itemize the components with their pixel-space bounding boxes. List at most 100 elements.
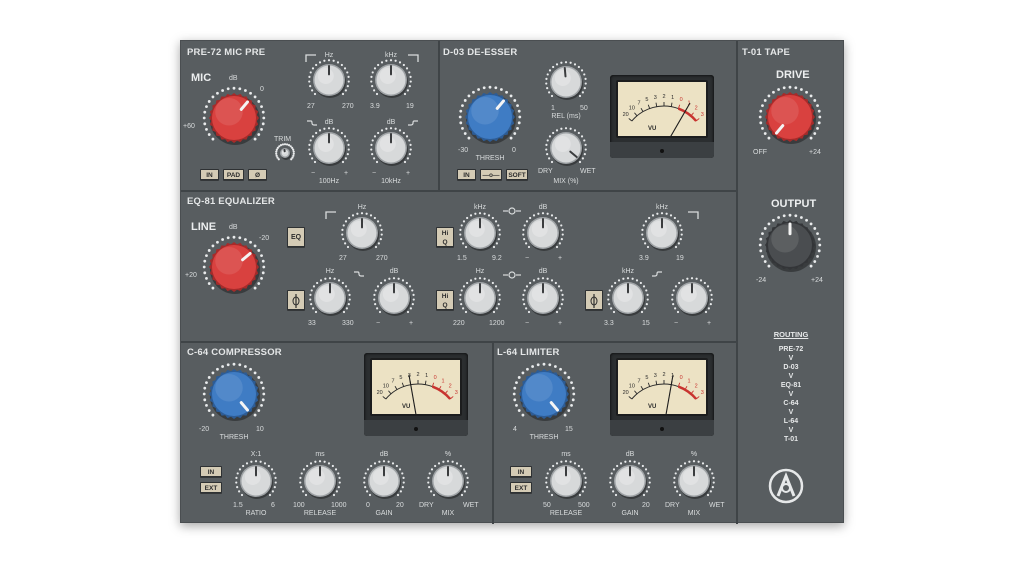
pre72-hz-label: Hz: [324, 52, 334, 59]
knob-graphic: [459, 212, 501, 251]
eq-hicut-max: 19: [676, 255, 684, 262]
deesser-rel-label: REL (ms): [551, 113, 581, 120]
knob-graphic: [202, 235, 266, 294]
vu-scale-label: 3: [701, 390, 704, 396]
eq-lowmid-min: 220: [453, 320, 465, 327]
limiter-thresh-max: 15: [565, 426, 573, 433]
mic-gain-knob[interactable]: [202, 86, 266, 149]
tape-drive-knob[interactable]: [758, 85, 822, 148]
pre72-hicut-knob[interactable]: [370, 59, 412, 101]
eq-highs-shape-button[interactable]: [585, 290, 603, 310]
limiter-release-label: RELEASE: [549, 510, 583, 517]
routing-item: V: [788, 373, 794, 380]
comp-in-button[interactable]: IN: [200, 466, 222, 477]
eq-himid-plus: +: [558, 255, 563, 262]
deesser-mix-knob[interactable]: [545, 127, 587, 169]
eq-lowcut-knob[interactable]: [341, 212, 383, 254]
eq-lows-min: 33: [308, 320, 316, 327]
comp-gain-knob[interactable]: [363, 460, 405, 502]
routing-item: D-03: [783, 364, 799, 371]
eq-lows-freq-knob[interactable]: [309, 277, 351, 319]
deesser-link-button[interactable]: —o—: [480, 169, 502, 180]
pre72-khz-label: kHz: [384, 52, 398, 59]
vu-scale-label: 10: [629, 384, 635, 390]
trim-knob[interactable]: [275, 143, 295, 163]
routing-item: L-64: [783, 418, 799, 425]
deesser-thresh-min: -30: [458, 147, 469, 154]
vu-label: VU: [402, 404, 410, 410]
pre72-lowcut-knob[interactable]: [308, 59, 350, 101]
tape-drive-max: +24: [809, 149, 821, 156]
eq-himid-freq-knob[interactable]: [459, 212, 501, 254]
eq-lowmid-minus: −: [525, 320, 530, 327]
pre72-mic-label: MIC: [191, 72, 212, 84]
tape-output-min: -24: [756, 277, 767, 284]
eq-himid-gain-knob[interactable]: [522, 212, 564, 254]
eq-lows-db: dB: [389, 268, 399, 275]
eq-lowcut-bracket-icon: [325, 211, 336, 219]
comp-thresh-knob[interactable]: [202, 362, 266, 425]
pre72-high-minus: −: [372, 170, 377, 177]
pre72-khz-min: 3.9: [370, 103, 380, 110]
limiter-gain-knob[interactable]: [609, 460, 651, 502]
comp-mix-label: MIX: [441, 510, 455, 517]
tape-drive-min: OFF: [753, 149, 767, 156]
routing-list: ROUTING PRE-72 V D-03 V EQ-81 V C-64 V L-64 V T-01: [761, 330, 821, 444]
vu-scale-label: 10: [629, 106, 635, 112]
eq-highs-gain-knob[interactable]: [671, 277, 713, 319]
pre72-low-shelf-knob[interactable]: [308, 127, 350, 169]
deesser-soft-button[interactable]: SOFT: [506, 169, 528, 180]
eq-line-knob[interactable]: [202, 235, 266, 298]
limiter-gain-min: 0: [612, 502, 616, 509]
limiter-mix-knob[interactable]: [673, 460, 715, 502]
limiter-release-unit: ms: [561, 451, 571, 458]
limiter-release-knob[interactable]: [545, 460, 587, 502]
limiter-ext-button[interactable]: EXT: [510, 482, 532, 493]
eq-lowmid-gain-knob[interactable]: [522, 277, 564, 319]
pre72-phase-button[interactable]: Ø: [248, 169, 267, 180]
comp-mix-knob[interactable]: [427, 460, 469, 502]
limiter-in-button[interactable]: IN: [510, 466, 532, 477]
eq-highs-shelf-icon: [652, 271, 662, 277]
eq-lows-gain-knob[interactable]: [373, 277, 415, 319]
tape-output-knob[interactable]: [758, 213, 822, 276]
comp-thresh-max: 10: [256, 426, 264, 433]
comp-gain-unit: dB: [379, 451, 389, 458]
comp-release-unit: ms: [315, 451, 325, 458]
knob-graphic: [309, 277, 351, 316]
eq-hicut-knob[interactable]: [641, 212, 683, 254]
pre72-high-shelf-knob[interactable]: [370, 127, 412, 169]
comp-release-knob[interactable]: [299, 460, 341, 502]
pre72-in-button[interactable]: IN: [200, 169, 219, 180]
eq-himid-hiq-button[interactable]: Hi Q: [436, 227, 454, 247]
eq-lowmid-freq-knob[interactable]: [459, 277, 501, 319]
eq-lows-shape-button[interactable]: [287, 290, 305, 310]
deesser-thresh-knob[interactable]: [458, 85, 522, 148]
eq-lowcut-max: 270: [376, 255, 388, 262]
deesser-in-button[interactable]: IN: [457, 169, 476, 180]
comp-mix-unit: %: [444, 451, 452, 458]
pre72-db-left: dB: [324, 119, 334, 126]
comp-ext-button[interactable]: EXT: [200, 482, 222, 493]
deesser-thresh-max: 0: [512, 147, 516, 154]
eq-lowmid-hiq-button[interactable]: Hi Q: [436, 290, 454, 310]
pre72-hz-max: 270: [342, 103, 354, 110]
limiter-gain-max: 20: [642, 502, 650, 509]
pre72-pad-button[interactable]: PAD: [223, 169, 244, 180]
limiter-thresh-knob[interactable]: [512, 362, 576, 425]
knob-graphic: [275, 143, 295, 161]
deesser-release-knob[interactable]: [545, 61, 587, 103]
knob-graphic: [373, 277, 415, 316]
plugin-panel: PRE-72 MIC PRE MIC dB 0 +60 TRIM Hz kHz …: [180, 40, 844, 524]
pre72-high-plus: +: [406, 170, 411, 177]
vu-scale-label: 1: [671, 95, 674, 101]
tape-output-label: OUTPUT: [771, 198, 817, 210]
trim-label: TRIM: [274, 136, 292, 143]
vu-scale-label: 2: [695, 384, 698, 390]
deesser-vu-meter: 2010753210123VU: [610, 75, 714, 158]
eq-highs-freq-knob[interactable]: [607, 277, 649, 319]
knob-graphic: [607, 277, 649, 316]
comp-ratio-knob[interactable]: [235, 460, 277, 502]
deesser-thresh-label: THRESH: [475, 155, 505, 162]
eq-enable-button[interactable]: EQ: [287, 227, 305, 247]
